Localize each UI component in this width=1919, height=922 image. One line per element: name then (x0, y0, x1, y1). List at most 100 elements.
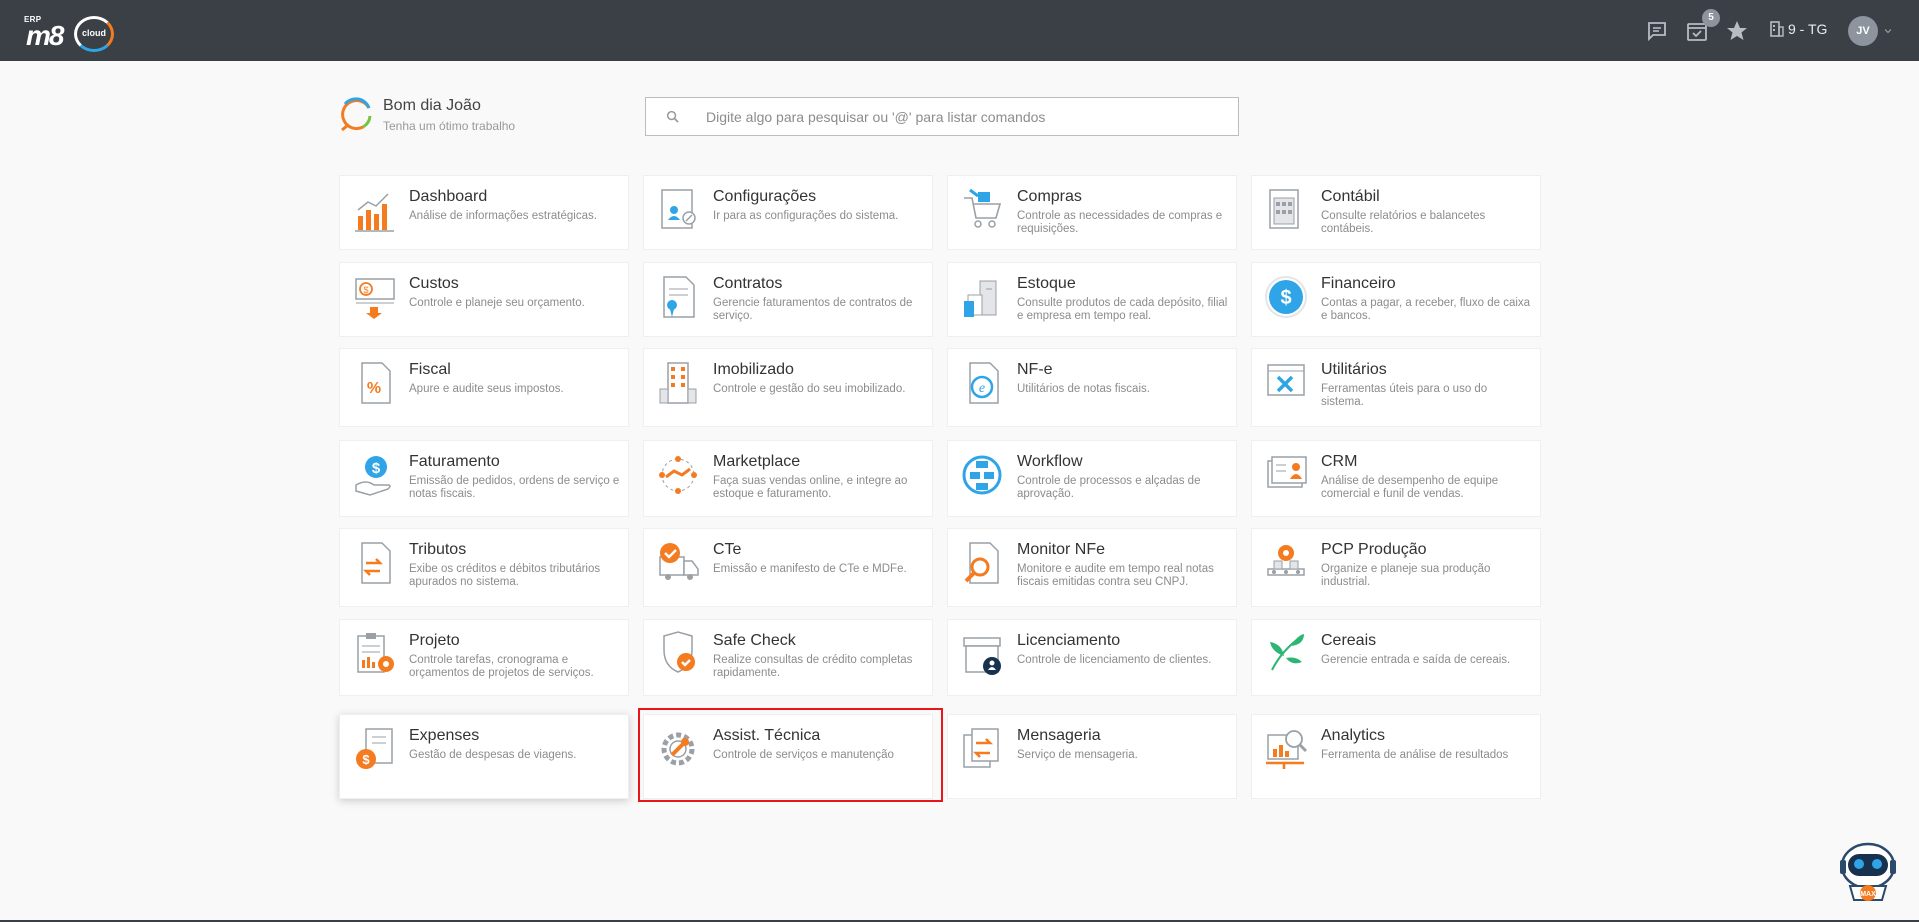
module-description: Realize consultas de crédito completas r… (713, 654, 913, 679)
module-card-projeto[interactable]: Projeto Controle tarefas, cronograma e or… (339, 619, 629, 696)
logo-m8-text: m8 (26, 20, 64, 51)
chat-icon[interactable] (1645, 19, 1669, 43)
calculator-icon (1269, 189, 1299, 229)
command-search[interactable] (645, 97, 1239, 136)
search-input[interactable] (706, 98, 1226, 135)
module-card-fiscal[interactable]: % Fiscal Apure e audite seus impostos. (339, 348, 629, 427)
module-description: Análise de informações estratégicas. (409, 210, 597, 222)
module-description: Emissão de pedidos, ordens de serviço e … (409, 475, 620, 500)
module-title: Configurações (713, 188, 817, 205)
module-card-cereais[interactable]: Cereais Gerencie entrada e saída de cerea… (1251, 619, 1541, 696)
module-card-contratos[interactable]: Contratos Gerencie faturamentos de contra… (643, 262, 933, 337)
expenses-icon: $ (356, 728, 393, 769)
logo-cloud-text: cloud (82, 28, 106, 38)
notification-badge: 5 (1702, 9, 1720, 27)
module-card-dashboard[interactable]: Dashboard Análise de informações estratég… (339, 175, 629, 250)
svg-text:%: % (367, 380, 381, 397)
module-card-licenciamento[interactable]: Licenciamento Controle de licenciamento d… (947, 619, 1237, 696)
module-title: Contábil (1321, 188, 1380, 205)
module-card-analytics[interactable]: Analytics Ferramenta de análise de result… (1251, 714, 1541, 799)
erp-logo[interactable]: ERP m8 cloud (22, 12, 122, 52)
module-description: Consulte produtos de cada depósito, fili… (1017, 297, 1228, 322)
cart-icon (964, 188, 1002, 228)
chevron-down-icon[interactable] (1884, 27, 1892, 35)
module-card-marketplace[interactable]: Marketplace Faça suas vendas online, e in… (643, 440, 933, 517)
greeting-subtitle: Tenha um ótimo trabalho (383, 119, 516, 133)
module-title: Dashboard (409, 188, 488, 205)
module-card-faturamento[interactable]: $ Faturamento Emissão de pedidos, ordens d… (339, 440, 629, 517)
module-card-financeiro[interactable]: $ Financeiro Contas a pagar, a receber, fl… (1251, 262, 1541, 337)
module-description: Controle tarefas, cronograma e orçamento… (409, 654, 594, 679)
module-card-cte[interactable]: CTe Emissão e manifesto de CTe e MDFe. (643, 528, 933, 607)
greeting-title: Bom dia João (383, 97, 481, 114)
module-card-safe-check[interactable]: Safe Check Realize consultas de crédito c… (643, 619, 933, 696)
svg-text:$: $ (362, 752, 370, 767)
module-card-estoque[interactable]: Estoque Consulte produtos de cada depósit… (947, 262, 1237, 337)
module-card-nf-e[interactable]: e NF-e Utilitários de notas fiscais. (947, 348, 1237, 427)
module-card-contábil[interactable]: Contábil Consulte relatórios e balancetes… (1251, 175, 1541, 250)
module-card-workflow[interactable]: Workflow Controle de processos e alçadas … (947, 440, 1237, 517)
module-title: NF-e (1017, 361, 1053, 378)
module-card-utilitários[interactable]: Utilitários Ferramentas úteis para o uso … (1251, 348, 1541, 427)
truck-icon (659, 543, 699, 580)
analytics-icon (1266, 730, 1308, 769)
license-icon (963, 637, 1001, 675)
module-card-configurações[interactable]: Configurações Ir para as configurações do… (643, 175, 933, 250)
module-title: PCP Produção (1321, 541, 1427, 558)
module-description: Contas a pagar, a receber, fluxo de caix… (1321, 297, 1531, 322)
module-description: Gerencie entrada e saída de cereais. (1321, 654, 1511, 666)
workflow-icon (962, 455, 1002, 495)
module-card-imobilizado[interactable]: Imobilizado Controle e gestão do seu imob… (643, 348, 933, 427)
module-title: Imobilizado (713, 361, 794, 378)
module-title: Workflow (1017, 453, 1083, 470)
module-description: Controle e gestão do seu imobilizado. (713, 383, 906, 395)
module-title: Financeiro (1321, 275, 1396, 292)
module-title: Faturamento (409, 453, 500, 470)
greeting-logo-icon (341, 97, 372, 132)
messaging-icon (963, 728, 999, 768)
production-icon (1267, 545, 1305, 576)
module-description: Controle de processos e alçadas de aprov… (1017, 475, 1201, 500)
module-description: Faça suas vendas online, e integre ao es… (713, 475, 908, 500)
star-icon[interactable] (1725, 19, 1749, 43)
module-card-compras[interactable]: Compras Controle as necessidades de compr… (947, 175, 1237, 250)
module-card-expenses[interactable]: $ Expenses Gestão de despesas de viagens. (339, 714, 629, 799)
module-card-custos[interactable]: $ Custos Controle e planeje seu orçamento. (339, 262, 629, 337)
shield-check-icon (663, 631, 695, 673)
search-icon (666, 110, 679, 123)
module-title: Fiscal (409, 361, 451, 378)
user-avatar[interactable]: JV (1848, 16, 1878, 46)
module-title: Estoque (1017, 275, 1076, 292)
svg-text:e: e (979, 381, 985, 396)
crm-icon (1267, 456, 1307, 488)
module-title: Expenses (409, 727, 480, 744)
company-selector[interactable]: 9 - TG (1770, 21, 1827, 37)
module-card-mensageria[interactable]: Mensageria Serviço de mensageria. (947, 714, 1237, 799)
module-description: Controle as necessidades de compras e re… (1017, 210, 1223, 235)
module-title: Custos (409, 275, 459, 292)
handshake-icon (659, 456, 697, 494)
module-card-monitor-nfe[interactable]: Monitor NFe Monitore e audite em tempo re… (947, 528, 1237, 607)
robot-assistant-icon[interactable]: MAX (1838, 838, 1898, 904)
module-description: Ir para as configurações do sistema. (713, 210, 899, 222)
tools-icon (1267, 364, 1305, 396)
warehouse-icon (964, 280, 997, 317)
module-card-tributos[interactable]: Tributos Exibe os créditos e débitos trib… (339, 528, 629, 607)
module-description: Exibe os créditos e débitos tributários … (409, 563, 601, 588)
module-card-pcp-produção[interactable]: PCP Produção Organize e planeje sua produ… (1251, 528, 1541, 607)
module-description: Utilitários de notas fiscais. (1017, 383, 1150, 395)
module-description: Controle de licenciamento de clientes. (1017, 654, 1212, 666)
module-title: Tributos (409, 541, 467, 558)
dollar-icon: $ (1265, 276, 1307, 318)
costs-icon: $ (355, 278, 395, 319)
module-description: Controle e planeje seu orçamento. (409, 297, 585, 309)
module-card-crm[interactable]: CRM Análise de desempenho de equipe comer… (1251, 440, 1541, 517)
svg-text:$: $ (363, 285, 368, 295)
module-title: Mensageria (1017, 727, 1101, 744)
svg-text:$: $ (1280, 287, 1291, 309)
module-card-assist-técnica[interactable]: Assist. Técnica Controle de serviços e ma… (643, 714, 933, 799)
module-title: Contratos (713, 275, 783, 292)
module-description: Apure e audite seus impostos. (409, 383, 564, 395)
percent-icon: % (361, 362, 391, 404)
building-icon (1770, 21, 1784, 37)
